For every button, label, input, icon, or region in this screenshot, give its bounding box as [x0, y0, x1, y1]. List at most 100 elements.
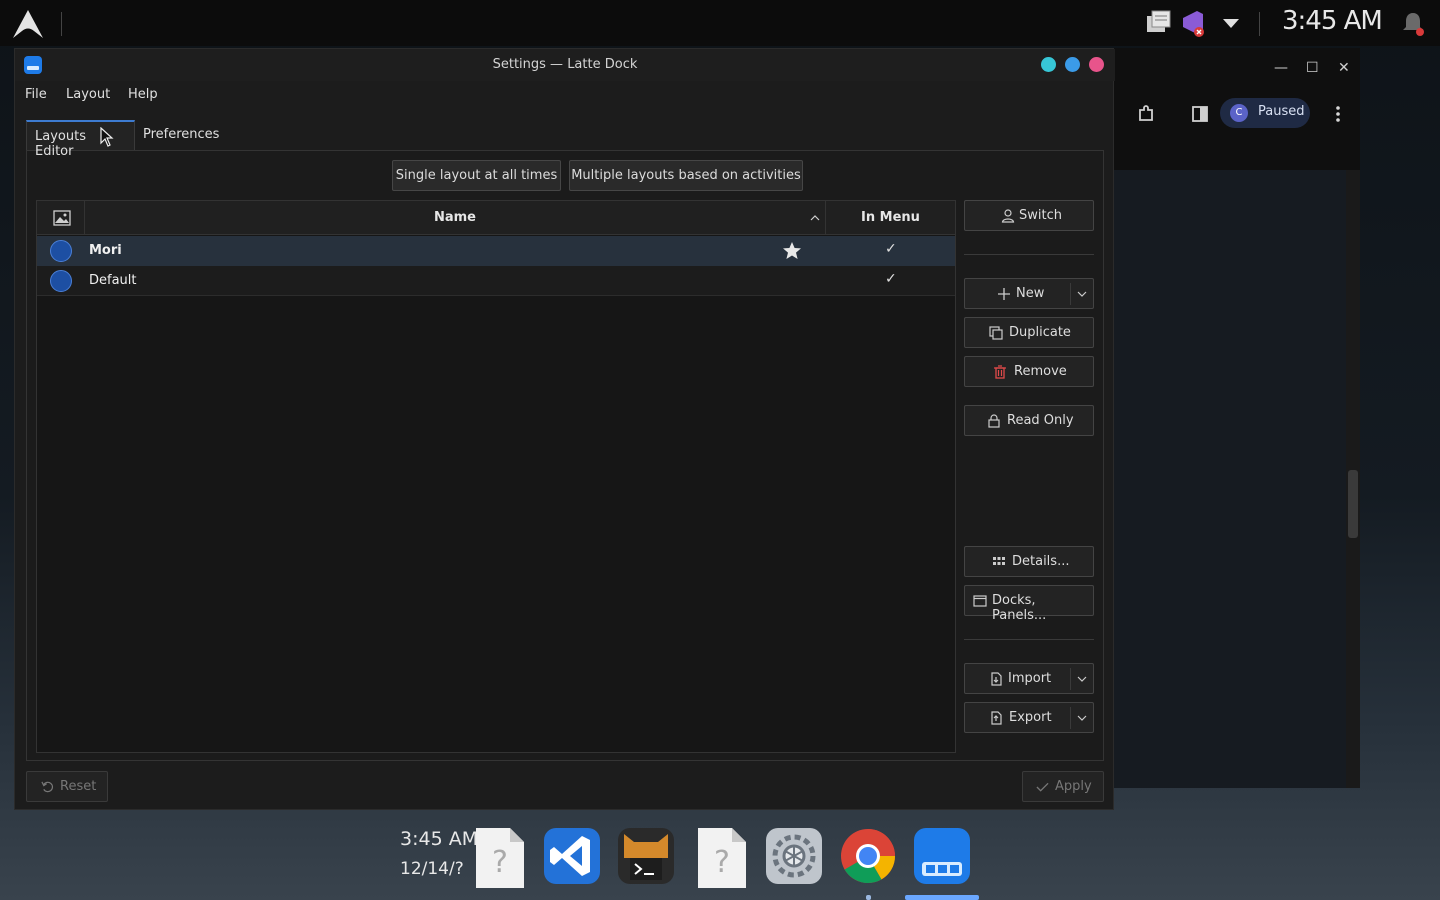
menu-file[interactable]: File [25, 87, 47, 102]
table-header: Name In Menu [37, 201, 955, 235]
visual-studio-icon[interactable] [1180, 8, 1206, 38]
layout-name: Default [89, 273, 137, 288]
in-menu-check[interactable]: ✓ [885, 271, 897, 287]
chevron-down-icon[interactable] [1077, 674, 1087, 684]
split-divider [1070, 707, 1071, 729]
clipboard-icon[interactable] [1144, 8, 1174, 38]
layouts-table: Name In Menu Mori ✓ Default ✓ [36, 200, 956, 753]
docks-panels-button[interactable]: Docks, Panels... [964, 585, 1094, 623]
tab-layouts-editor[interactable]: Layouts Editor [26, 120, 135, 159]
sort-ascending-icon [810, 215, 820, 221]
menu-help[interactable]: Help [128, 87, 158, 102]
window-title: Settings — Latte Dock [492, 57, 638, 72]
table-row[interactable]: Mori ✓ [37, 236, 955, 266]
import-icon [991, 672, 1002, 686]
apply-label: Apply [1055, 779, 1092, 794]
tray-separator [1259, 12, 1260, 36]
layout-name: Mori [89, 243, 122, 258]
multiple-layouts-button[interactable]: Multiple layouts based on activities [569, 160, 803, 191]
export-icon [991, 711, 1002, 725]
unknown-file-icon[interactable]: ? [472, 828, 528, 888]
separator [964, 254, 1094, 255]
mouse-cursor-icon [100, 127, 114, 147]
menubar [15, 81, 1115, 111]
vscode-icon[interactable] [544, 828, 600, 884]
single-layout-button[interactable]: Single layout at all times [392, 160, 561, 191]
panel-separator [61, 12, 62, 36]
menu-layout[interactable]: Layout [66, 87, 110, 102]
read-only-label: Read Only [1007, 413, 1074, 428]
close-button[interactable] [1089, 57, 1104, 72]
window-icon [973, 595, 987, 607]
header-name[interactable]: Name [85, 201, 826, 235]
export-button[interactable]: Export [964, 702, 1094, 733]
switch-label: Switch [1019, 208, 1062, 223]
layout-background-icon [50, 240, 72, 262]
dock-clock-widget[interactable]: 3:45 AM 12/14/? [400, 824, 478, 884]
minimize-button[interactable] [1041, 57, 1056, 72]
dropdown-arrow-icon[interactable] [1220, 8, 1242, 38]
maximize-button[interactable] [1065, 57, 1080, 72]
panel-clock[interactable]: 3:45 AM [1282, 6, 1383, 36]
new-label: New [1016, 286, 1045, 301]
notification-bell-icon[interactable] [1400, 8, 1426, 38]
checkmark-icon [1036, 782, 1049, 792]
trash-icon [994, 365, 1006, 379]
system-settings-icon[interactable] [766, 828, 822, 884]
arch-logo-icon[interactable] [12, 9, 44, 39]
latte-active-indicator [905, 895, 979, 900]
import-button[interactable]: Import [964, 663, 1094, 694]
plus-icon [998, 288, 1010, 300]
terminal-cat-icon[interactable] [618, 828, 674, 884]
chrome-running-indicator [866, 895, 871, 900]
dock-time: 3:45 AM [400, 828, 479, 850]
scrollbar-thumb[interactable] [1348, 470, 1358, 538]
user-icon [1001, 209, 1015, 223]
chevron-down-icon[interactable] [1077, 289, 1087, 299]
header-in-menu[interactable]: In Menu [826, 201, 955, 235]
duplicate-button[interactable]: Duplicate [964, 317, 1094, 348]
profile-avatar: C [1230, 104, 1248, 122]
minimize-icon[interactable]: — [1274, 60, 1288, 76]
image-icon [53, 210, 71, 226]
side-panel-icon[interactable] [1190, 104, 1210, 124]
apply-button[interactable]: Apply [1022, 771, 1104, 802]
active-star-icon [783, 242, 801, 259]
svg-text:?: ? [714, 845, 730, 880]
switch-button[interactable]: Switch [964, 200, 1094, 231]
window-titlebar[interactable]: Settings — Latte Dock [15, 49, 1115, 81]
dock-date: 12/14/? [400, 859, 464, 879]
browser-scrollbar[interactable] [1346, 170, 1360, 788]
split-divider [1070, 283, 1071, 305]
chrome-icon[interactable] [840, 828, 896, 884]
details-button[interactable]: Details... [964, 546, 1094, 577]
maximize-icon[interactable]: ☐ [1306, 60, 1319, 76]
reset-label: Reset [60, 779, 97, 794]
more-menu-icon[interactable] [1330, 104, 1346, 124]
read-only-button[interactable]: Read Only [964, 405, 1094, 436]
header-image-column[interactable] [37, 201, 85, 235]
details-label: Details... [1012, 554, 1070, 569]
remove-label: Remove [1014, 364, 1067, 379]
lock-icon [988, 414, 1000, 428]
in-menu-check[interactable]: ✓ [885, 241, 897, 257]
chevron-down-icon[interactable] [1077, 713, 1087, 723]
latte-settings-window: Settings — Latte Dock File Layout Help L… [14, 48, 1115, 810]
grid-icon [993, 557, 1005, 565]
table-row[interactable]: Default ✓ [37, 266, 955, 296]
close-icon[interactable]: ✕ [1338, 60, 1350, 76]
background-browser-window[interactable]: — ☐ ✕ C Paused [1108, 48, 1360, 788]
split-divider [1070, 668, 1071, 690]
reset-button[interactable]: Reset [26, 771, 108, 802]
layout-background-icon [50, 270, 72, 292]
separator [964, 639, 1094, 640]
latte-dock-icon[interactable] [914, 828, 970, 884]
profile-paused-button[interactable]: C Paused [1220, 98, 1310, 128]
browser-content [1108, 170, 1346, 788]
remove-button[interactable]: Remove [964, 356, 1094, 387]
new-button[interactable]: New [964, 278, 1094, 309]
extensions-icon[interactable] [1136, 104, 1156, 124]
unknown-file-icon[interactable]: ? [694, 828, 750, 888]
browser-toolbar: — ☐ ✕ C Paused [1108, 48, 1360, 170]
tab-preferences[interactable]: Preferences [135, 120, 231, 150]
